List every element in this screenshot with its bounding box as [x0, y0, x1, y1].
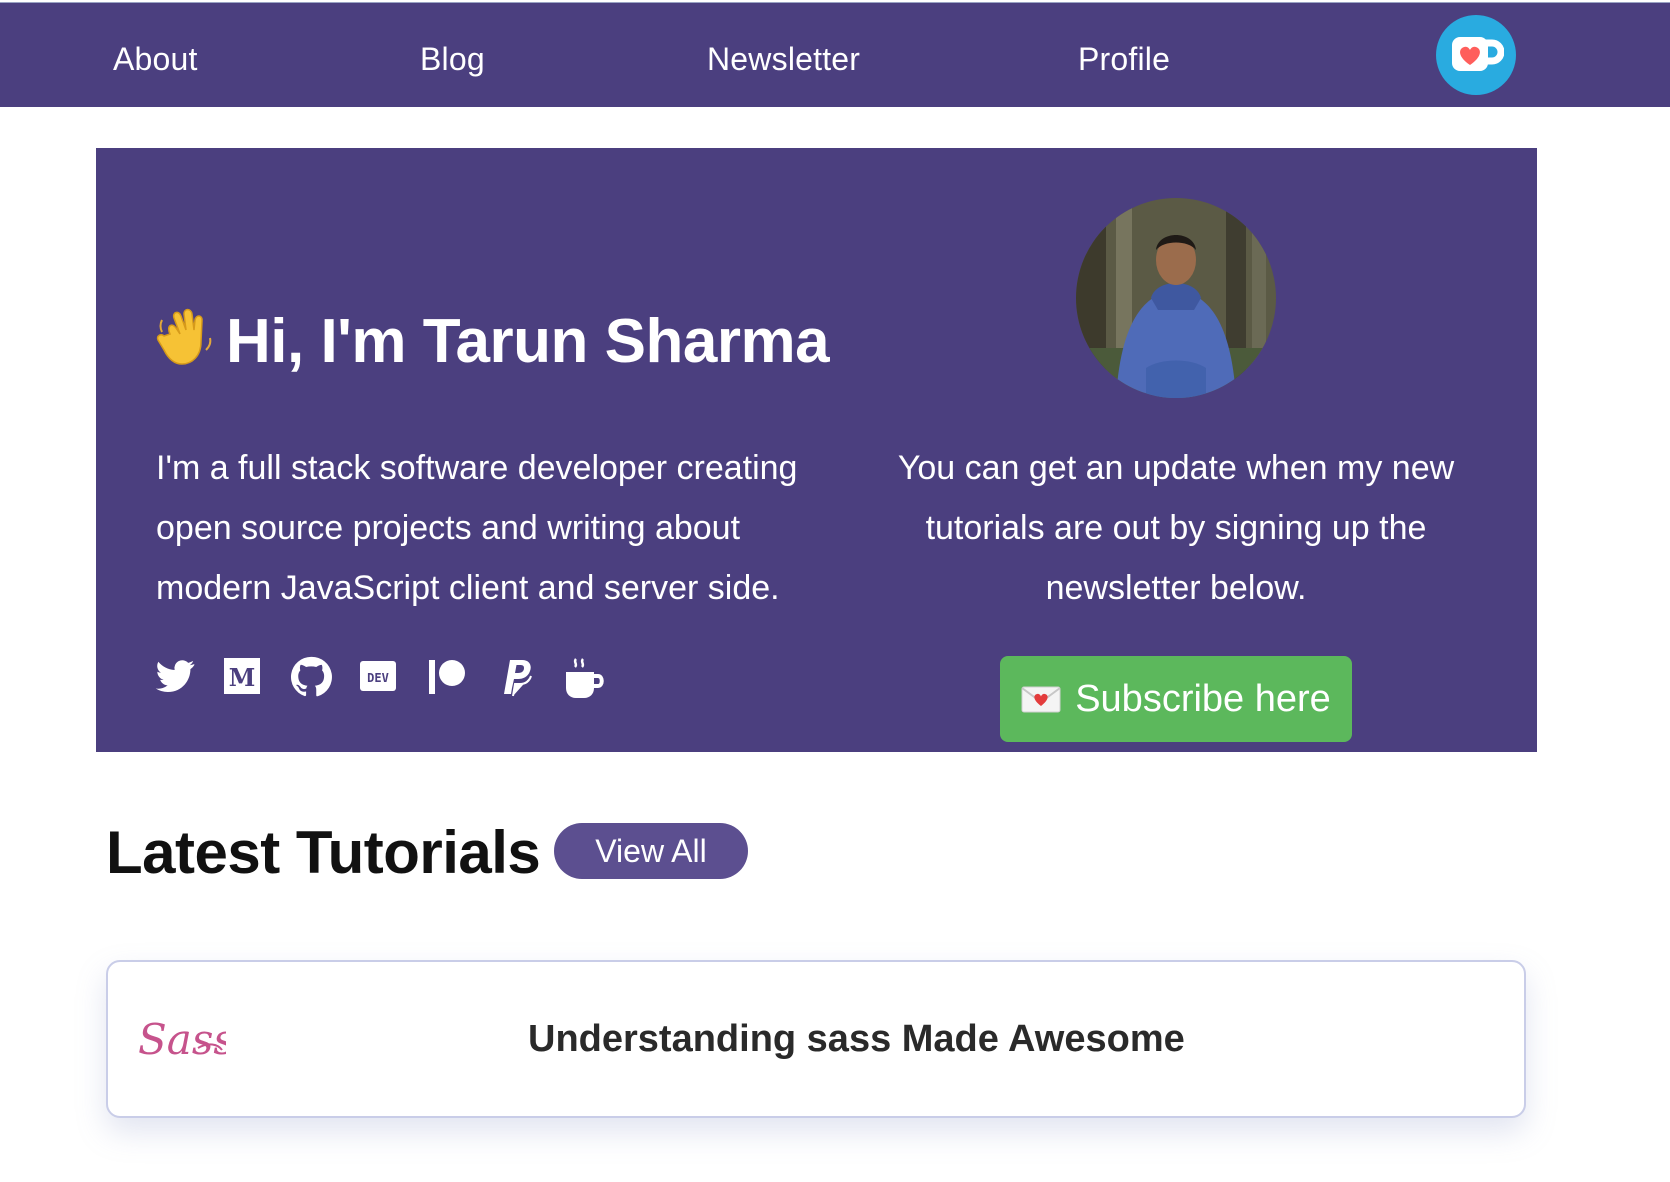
hero-title-text: Hi, I'm Tarun Sharma [226, 307, 830, 376]
tutorial-card[interactable]: Sass Understanding sass Made Awesome [106, 960, 1526, 1118]
ko-fi-cup-icon [1452, 37, 1504, 71]
twitter-link[interactable] [154, 656, 198, 700]
newsletter-text: You can get an update when my new tutori… [897, 449, 1455, 607]
github-icon [290, 656, 332, 697]
latest-tutorials-heading: Latest Tutorials [106, 819, 541, 886]
svg-text:DEV: DEV [367, 671, 389, 685]
nav-link-about[interactable]: About [113, 41, 198, 78]
view-all-button[interactable]: View All [554, 823, 748, 879]
sass-logo: Sass [136, 1008, 235, 1079]
github-link[interactable] [290, 656, 334, 700]
ko-fi-button[interactable] [1436, 15, 1516, 95]
paypal-link[interactable] [494, 656, 538, 700]
medium-icon: M [224, 658, 260, 694]
coffee-icon [566, 658, 604, 698]
hero-section: Hi, I'm Tarun Sharma I'm a full stack so… [96, 148, 1537, 752]
love-letter-icon [1021, 686, 1061, 713]
profile-avatar [1076, 198, 1276, 398]
dev-link[interactable]: DEV [358, 656, 402, 700]
waving-hand-icon [156, 308, 216, 383]
hero-intro-text: I'm a full stack software developer crea… [156, 449, 798, 607]
patreon-link[interactable] [426, 656, 470, 700]
nav-link-profile[interactable]: Profile [1078, 41, 1170, 78]
buy-me-a-coffee-link[interactable] [562, 656, 606, 700]
dev-icon: DEV [360, 661, 396, 691]
svg-text:M: M [229, 663, 256, 692]
subscribe-label: Subscribe here [1075, 677, 1331, 720]
hero-title: Hi, I'm Tarun Sharma [156, 306, 830, 383]
medium-link[interactable]: M [222, 656, 266, 700]
nav-link-blog[interactable]: Blog [420, 41, 485, 78]
top-navigation: About Blog Newsletter Profile [0, 2, 1670, 107]
subscribe-button[interactable]: Subscribe here [1000, 656, 1352, 742]
paypal-icon [504, 660, 532, 697]
sass-logo-text: Sass [138, 1015, 226, 1064]
twitter-icon [155, 660, 195, 693]
tutorial-title: Understanding sass Made Awesome [528, 1018, 1185, 1060]
patreon-icon [429, 660, 465, 694]
nav-link-newsletter[interactable]: Newsletter [707, 41, 860, 78]
